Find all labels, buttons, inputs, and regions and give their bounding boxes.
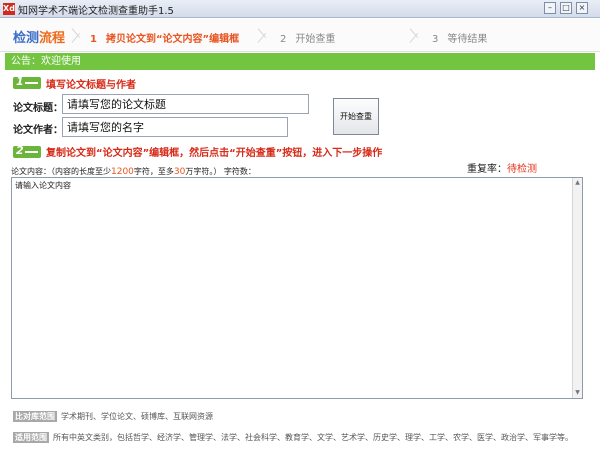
- step-divider-icon: [410, 21, 411, 50]
- title-bar: Xd 知网学术不端论文检测查重助手1.5 – □ ×: [0, 0, 600, 18]
- applicable-scope-row: 适用范围 所有中英文类别，包括哲学、经济学、管理学、法学、社会科学、教育学、文学、…: [13, 432, 573, 443]
- step-divider-icon: [72, 21, 73, 50]
- app-logo-icon: Xd: [3, 3, 15, 15]
- step-2-badge-icon: 2: [13, 144, 41, 158]
- vertical-scrollbar[interactable]: ▲ ▼: [572, 178, 582, 398]
- step-1-badge-icon: 1: [13, 75, 41, 89]
- process-title: 检测流程: [13, 31, 66, 46]
- process-steps: 检测流程 1 拷贝论文到“论文内容”编辑框 2 开始查重 3 等待结果: [0, 19, 600, 52]
- notice-bar: 公告：欢迎使用: [5, 53, 595, 70]
- step-divider-icon: [258, 21, 259, 50]
- step-2: 2 开始查重: [280, 34, 336, 45]
- minimize-icon[interactable]: –: [544, 2, 556, 14]
- title-input[interactable]: [62, 94, 309, 114]
- section-1-heading: 填写论文标题与作者: [46, 80, 136, 91]
- start-check-button[interactable]: 开始查重: [333, 98, 379, 135]
- scope-text: 所有中英文类别，包括哲学、经济学、管理学、法学、社会科学、教育学、文学、艺术学、…: [53, 433, 573, 442]
- step-1: 1 拷贝论文到“论文内容”编辑框: [90, 34, 240, 45]
- repeat-rate: 重复率：待检测: [467, 164, 537, 175]
- author-input[interactable]: [62, 117, 288, 137]
- scroll-down-icon[interactable]: ▼: [574, 389, 581, 397]
- content-placeholder: 请输入论文内容: [15, 181, 71, 190]
- scope-tag: 适用范围: [13, 432, 49, 443]
- content-textarea[interactable]: 请输入论文内容 ▲ ▼: [11, 177, 583, 399]
- section-2-heading: 复制论文到“论文内容”编辑框，然后点击“开始查重”按钮，进入下一步操作: [46, 148, 383, 159]
- compare-scope-row: 比对库范围 学术期刊、学位论文、硕博库、互联网资源: [13, 411, 213, 422]
- content-label: 论文内容：（内容的长度至少1200字符，至多30万字符。） 字符数：: [11, 167, 256, 177]
- title-label: 论文标题：: [13, 103, 63, 114]
- window-title: 知网学术不端论文检测查重助手1.5: [18, 6, 174, 17]
- close-icon[interactable]: ×: [576, 2, 588, 14]
- scroll-up-icon[interactable]: ▲: [574, 179, 581, 187]
- compare-tag: 比对库范围: [13, 411, 57, 422]
- author-label: 论文作者：: [13, 125, 63, 136]
- repeat-status: 待检测: [507, 164, 537, 175]
- compare-text: 学术期刊、学位论文、硕博库、互联网资源: [61, 412, 213, 421]
- step-3: 3 等待结果: [432, 34, 488, 45]
- maximize-icon[interactable]: □: [560, 2, 572, 14]
